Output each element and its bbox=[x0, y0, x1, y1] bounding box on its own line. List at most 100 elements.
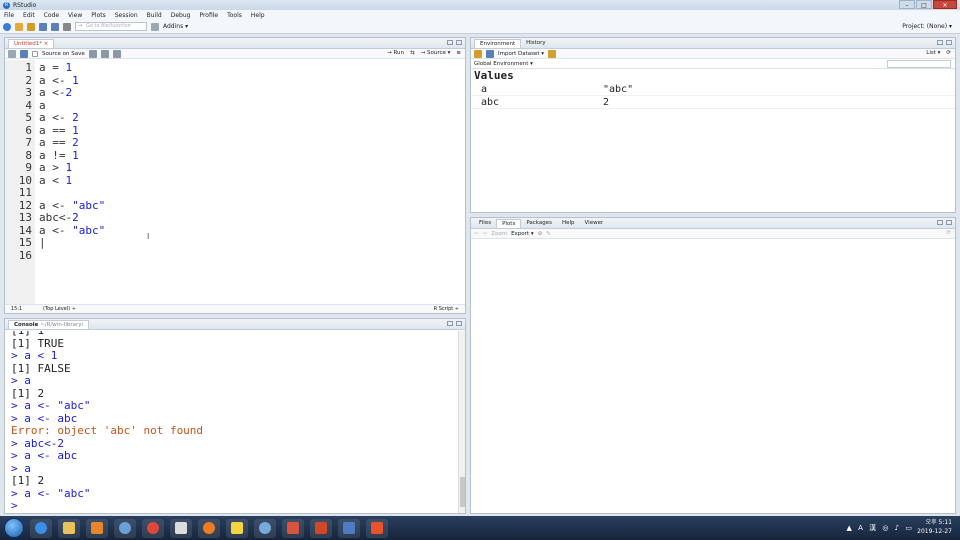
line-number: 15 bbox=[18, 236, 32, 249]
save-icon[interactable] bbox=[39, 22, 47, 31]
tab-environment[interactable]: Environment bbox=[474, 39, 522, 48]
menu-profile[interactable]: Profile bbox=[199, 12, 218, 19]
env-row[interactable]: a "abc" bbox=[471, 83, 955, 96]
app-blue-icon[interactable] bbox=[338, 518, 360, 538]
addins-menu[interactable]: Addins ▾ bbox=[163, 23, 188, 30]
powerpoint-icon[interactable] bbox=[310, 518, 332, 538]
list-view-menu[interactable]: List ▾ bbox=[926, 50, 940, 56]
new-file-icon[interactable] bbox=[3, 22, 11, 31]
code-text: a < 1 bbox=[39, 173, 73, 187]
working-directory: ~/R/win-library/ bbox=[40, 322, 84, 328]
source-button[interactable]: → Source ▾ bbox=[421, 50, 451, 56]
folder-icon[interactable] bbox=[58, 518, 80, 538]
chrome-icon[interactable] bbox=[142, 518, 164, 538]
menu-view[interactable]: View bbox=[68, 12, 82, 19]
file-type-indicator[interactable]: R Script ÷ bbox=[434, 305, 459, 313]
menu-plots[interactable]: Plots bbox=[91, 12, 105, 19]
firefox-icon[interactable] bbox=[198, 518, 220, 538]
wand-icon[interactable] bbox=[100, 49, 109, 58]
pane-controls bbox=[447, 40, 462, 45]
minimize-console-icon[interactable] bbox=[447, 321, 453, 326]
code-editor[interactable]: 1a = 12a <- 13a <-2 4 a 5 a <- 26a == 17a ==… bbox=[5, 60, 465, 304]
outline-icon[interactable]: ≡ bbox=[456, 50, 461, 56]
refresh-icon[interactable]: ⟳ bbox=[946, 50, 951, 56]
minimize-files-icon[interactable] bbox=[937, 220, 943, 225]
tab-packages[interactable]: Packages bbox=[521, 219, 557, 228]
prev-plot-icon[interactable]: ⇦ bbox=[474, 231, 479, 237]
maximize-console-icon[interactable] bbox=[456, 321, 462, 326]
main-toolbar: Go to file/function Addins ▾ Project: (N… bbox=[0, 20, 960, 34]
refresh-plots-icon[interactable]: ⟳ bbox=[946, 230, 951, 236]
minimize-button[interactable]: – bbox=[899, 0, 915, 9]
save-doc-icon[interactable] bbox=[20, 49, 28, 58]
tab-files[interactable]: Files bbox=[474, 219, 496, 228]
load-workspace-icon[interactable] bbox=[474, 49, 482, 58]
env-row[interactable]: abc 2 bbox=[471, 96, 955, 109]
minimize-pane-icon[interactable] bbox=[447, 40, 453, 45]
export-button[interactable]: Export ▾ bbox=[511, 231, 534, 237]
menu-code[interactable]: Code bbox=[44, 12, 59, 19]
broom-icon[interactable] bbox=[548, 49, 557, 58]
app-gray-icon[interactable] bbox=[170, 518, 192, 538]
print-icon[interactable] bbox=[63, 22, 71, 31]
next-plot-icon[interactable]: ⇨ bbox=[483, 231, 488, 237]
app-globe-icon[interactable] bbox=[114, 518, 136, 538]
save-workspace-icon[interactable] bbox=[486, 49, 494, 58]
open-project-icon[interactable] bbox=[15, 22, 23, 31]
kakaotalk-icon[interactable] bbox=[226, 518, 248, 538]
console-scrollbar[interactable] bbox=[458, 331, 465, 513]
tab-untitled1[interactable]: Untitled1* × bbox=[8, 39, 55, 48]
menu-build[interactable]: Build bbox=[147, 12, 162, 19]
tab-plots[interactable]: Plots bbox=[496, 219, 522, 228]
tab-help[interactable]: Help bbox=[557, 219, 580, 228]
rstudio-taskbar-icon[interactable] bbox=[254, 518, 276, 538]
console-pane-controls bbox=[447, 321, 462, 326]
global-environment-menu[interactable]: Global Environment ▾ bbox=[474, 61, 533, 67]
go-to-file-input[interactable]: Go to file/function bbox=[75, 22, 147, 31]
maximize-env-icon[interactable] bbox=[946, 40, 952, 45]
menu-debug[interactable]: Debug bbox=[171, 12, 191, 19]
ie-icon[interactable] bbox=[30, 518, 52, 538]
rerun-icon[interactable]: ⇆ bbox=[410, 50, 415, 56]
import-dataset-button[interactable]: Import Dataset ▾ bbox=[498, 51, 544, 57]
tab-console[interactable]: Console ~/R/win-library/ bbox=[8, 320, 90, 329]
maximize-pane-icon[interactable] bbox=[456, 40, 462, 45]
scrollbar-thumb[interactable] bbox=[460, 477, 465, 507]
source-on-save-checkbox[interactable] bbox=[32, 50, 38, 57]
clear-plots-icon[interactable]: ✎ bbox=[546, 231, 551, 237]
project-menu[interactable]: Project: (None) ▾ bbox=[902, 23, 952, 30]
scope-indicator[interactable]: (Top Level) ÷ bbox=[43, 305, 76, 313]
var-value: 2 bbox=[603, 97, 610, 108]
system-tray-icons[interactable]: ▲ A 漢 ◎ ♪ ▭ bbox=[847, 523, 915, 533]
open-file-icon[interactable] bbox=[27, 22, 35, 31]
remove-plot-icon[interactable]: ⊘ bbox=[538, 231, 543, 237]
run-button[interactable]: → Run bbox=[387, 50, 404, 56]
clock[interactable]: 오후 5:11 2019-12-27 bbox=[917, 518, 952, 536]
menu-session[interactable]: Session bbox=[115, 12, 138, 19]
zoom-button[interactable]: Zoom bbox=[491, 231, 507, 237]
line-number: 5 bbox=[25, 111, 32, 124]
app-red-icon[interactable] bbox=[282, 518, 304, 538]
menu-edit[interactable]: Edit bbox=[23, 12, 35, 19]
minimize-env-icon[interactable] bbox=[937, 40, 943, 45]
menu-file[interactable]: File bbox=[4, 12, 14, 19]
editor-status-bar: 15:1 (Top Level) ÷ R Script ÷ bbox=[5, 304, 465, 313]
tab-history[interactable]: History bbox=[521, 39, 551, 48]
app-orange-icon[interactable] bbox=[366, 518, 388, 538]
close-button[interactable]: ✕ bbox=[933, 0, 957, 9]
environment-search-input[interactable] bbox=[887, 60, 951, 68]
search-icon[interactable] bbox=[88, 49, 97, 58]
clock-time: 오후 5:11 bbox=[925, 519, 952, 526]
start-button[interactable] bbox=[4, 518, 24, 538]
menu-tools[interactable]: Tools bbox=[227, 12, 242, 19]
back-icon[interactable] bbox=[8, 49, 16, 58]
save-all-icon[interactable] bbox=[51, 22, 59, 31]
grid-layout-icon[interactable] bbox=[151, 22, 159, 31]
media-player-icon[interactable] bbox=[86, 518, 108, 538]
tab-viewer[interactable]: Viewer bbox=[580, 219, 609, 228]
compile-icon[interactable] bbox=[112, 49, 121, 58]
maximize-button[interactable]: □ bbox=[916, 0, 932, 9]
console-output[interactable]: [1] 1[1] TRUE> a < 1[1] FALSE> a[1] 2> a… bbox=[5, 331, 457, 513]
menu-help[interactable]: Help bbox=[251, 12, 265, 19]
maximize-files-icon[interactable] bbox=[946, 220, 952, 225]
